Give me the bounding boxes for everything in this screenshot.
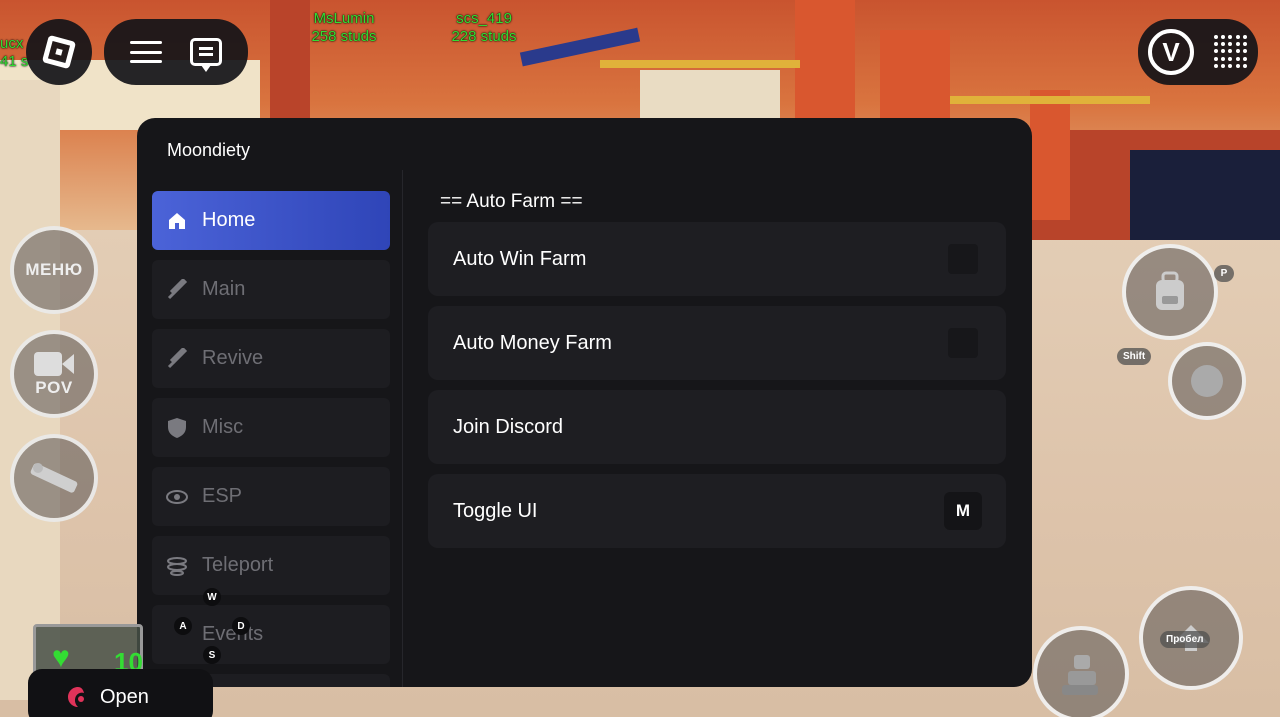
crouch-button[interactable] — [1033, 626, 1129, 717]
panel-title: Moondiety — [167, 140, 251, 160]
grid-dots-icon[interactable] — [1214, 35, 1248, 69]
player-name: scs_419 — [456, 10, 512, 27]
scene-roof — [1130, 150, 1280, 240]
game-menu-button[interactable]: МЕНЮ — [10, 226, 98, 314]
tool-button[interactable] — [10, 434, 98, 522]
row-label: Join Discord — [453, 415, 564, 438]
scene-gold-trim — [600, 60, 800, 68]
home-icon — [166, 210, 188, 232]
nav-item-label: Misc — [202, 416, 244, 438]
sword-icon — [166, 347, 188, 370]
eye-icon — [166, 486, 188, 508]
teleport-icon — [166, 555, 188, 577]
camera-icon — [34, 352, 74, 376]
emote-button[interactable] — [1168, 342, 1246, 420]
nav-item-label: Revive — [202, 347, 264, 369]
pov-button[interactable]: POV — [10, 330, 98, 418]
emote-key-hint: Shift — [1117, 348, 1152, 365]
open-button-label: Open — [100, 685, 149, 708]
row-label: Auto Money Farm — [453, 331, 612, 354]
nav-item-revive[interactable]: Revive — [152, 329, 390, 388]
nav-item-label: Home — [202, 209, 256, 231]
player-label: MsLumin 258 studs — [296, 10, 392, 46]
player-distance: 228 studs — [451, 28, 517, 45]
nav-item-label: Teleport — [202, 554, 274, 576]
player-distance: 258 studs — [311, 28, 377, 45]
row-label: Auto Win Farm — [453, 247, 587, 270]
scene-pillar — [880, 30, 950, 120]
auto-win-farm-toggle[interactable] — [948, 244, 978, 274]
nav-item-misc[interactable]: Misc — [152, 398, 390, 457]
key-a-indicator: A — [174, 617, 192, 635]
key-s-indicator: S — [203, 646, 221, 664]
nav-item-events[interactable]: Events — [152, 605, 390, 664]
shield-icon — [166, 417, 188, 439]
auto-money-farm-toggle[interactable] — [948, 328, 978, 358]
tool-icon — [30, 463, 78, 493]
sidebar-divider — [402, 170, 403, 687]
voice-bar: V — [1138, 19, 1258, 85]
pov-label: POV — [35, 378, 73, 397]
scene-wall — [640, 70, 780, 118]
open-button[interactable]: Open — [28, 669, 213, 717]
toggle-ui-keybind[interactable]: M — [944, 492, 982, 530]
face-icon — [1191, 365, 1223, 397]
roblox-menu-bar — [104, 19, 248, 85]
section-title: == Auto Farm == — [440, 191, 583, 212]
toggle-ui-row[interactable]: Toggle UI M — [428, 474, 1006, 548]
scene-pillar — [1030, 90, 1070, 220]
scene-gold-trim — [950, 96, 1150, 104]
player-name: MsLumin — [313, 10, 375, 27]
backpack-key-hint: P — [1214, 265, 1234, 282]
join-discord-button[interactable]: Join Discord — [428, 390, 1006, 464]
roblox-icon — [41, 34, 77, 70]
sword-icon — [166, 278, 188, 301]
backpack-icon — [1156, 271, 1184, 310]
hamburger-icon[interactable] — [130, 41, 162, 63]
moon-logo-icon — [68, 687, 84, 707]
scene-pillar — [795, 0, 855, 120]
nav-item-main[interactable]: Main — [152, 260, 390, 319]
script-panel: Moondiety Home Main Revive Misc ESP Tele… — [137, 118, 1032, 687]
nav-item-esp[interactable]: ESP — [152, 467, 390, 526]
nav-item-label: ESP — [202, 485, 243, 507]
voice-v-icon[interactable]: V — [1148, 29, 1194, 75]
key-d-indicator: D — [232, 617, 250, 635]
roblox-logo-button[interactable] — [26, 19, 92, 85]
nav-item-teleport[interactable]: Teleport — [152, 536, 390, 595]
backpack-button[interactable] — [1122, 244, 1218, 340]
nav-item-home[interactable]: Home — [152, 191, 390, 250]
game-menu-label: МЕНЮ — [25, 260, 83, 279]
nav-item-label: Main — [202, 278, 246, 300]
row-label: Toggle UI — [453, 499, 538, 522]
auto-win-farm-row[interactable]: Auto Win Farm — [428, 222, 1006, 296]
player-label: scs_419 228 studs — [436, 10, 532, 46]
crouch-icon — [1062, 655, 1098, 695]
key-w-indicator: W — [203, 588, 221, 606]
jump-key-hint: Пробел — [1160, 631, 1210, 648]
chat-icon[interactable] — [190, 38, 222, 72]
auto-money-farm-row[interactable]: Auto Money Farm — [428, 306, 1006, 380]
